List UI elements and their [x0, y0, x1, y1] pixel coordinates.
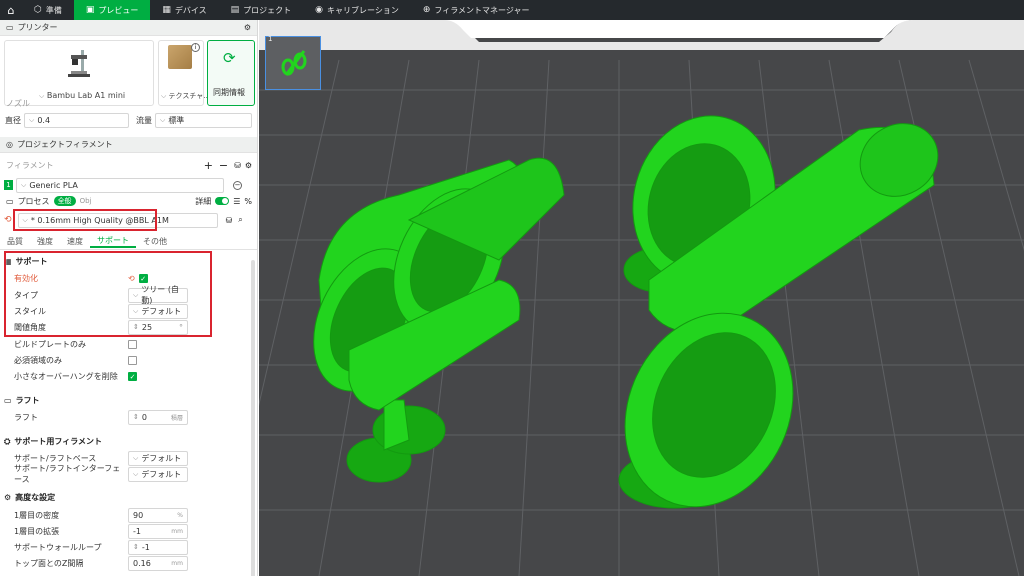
tab-speed[interactable]: 速度	[60, 234, 90, 248]
advanced-row: サポートウォールループ ⇕ -1	[14, 539, 250, 555]
settings-panel: ▭ プリンター ⚙ ⌵ Bambu Lab A1 mini i ⌵ テクスチャ……	[0, 20, 258, 576]
top-bar: ⌂ ⬡ 準備 ▣ プレビュー ▦ デバイス ▤ プロジェクト ◉ キャリブレーション ⊕ フ…	[0, 0, 1024, 20]
support-wall-loops-input[interactable]: ⇕ -1	[128, 539, 188, 555]
tab-strength[interactable]: 強度	[30, 234, 60, 248]
preview-icon: ▣	[85, 5, 95, 15]
chevron-down-icon: ⌵	[133, 469, 139, 478]
raft-row: ラフト ⇕ 0 積層	[14, 409, 250, 425]
advanced-row: トップ面とのZ間隔 0.16 mm	[14, 555, 250, 571]
printer-section-header: ▭ プリンター ⚙	[0, 20, 257, 36]
tab-filament-manager[interactable]: ⊕ フィラメントマネージャー	[411, 0, 542, 20]
filament-icon: ◎	[6, 140, 13, 149]
remove-small-overhang-checkbox[interactable]: ✓	[128, 371, 137, 381]
advanced-row: 1層目の密度 90%	[14, 507, 250, 523]
printer-icon: ▭	[6, 23, 14, 32]
tab-preview[interactable]: ▣ プレビュー	[73, 0, 151, 20]
viewport-canvas	[259, 20, 1024, 576]
cube-icon: ⬡	[34, 5, 42, 15]
divider	[0, 249, 257, 250]
add-filament-icon[interactable]: +	[204, 159, 213, 172]
raft-layers-input[interactable]: ⇕ 0 積層	[128, 409, 188, 425]
support-interface-row: サポート/ラフトインターフェース ⌵ デフォルト	[14, 464, 250, 484]
process-tabs: 品質 強度 速度 サポート その他	[0, 234, 257, 248]
advanced-row: 1層目の拡張 -1 mm	[14, 523, 250, 539]
process-row: ▭ プロセス 全般 Obj 詳細 ☰ %	[6, 196, 252, 206]
nozzle-row: 直径 ⌵ 0.4 流量 ⌵ 標準	[0, 111, 257, 129]
first-layer-density-input[interactable]: 90%	[128, 507, 188, 523]
scrollbar[interactable]	[251, 260, 255, 576]
critical-only-row: 必須領域のみ	[14, 352, 250, 368]
chevron-down-icon: ⌵	[160, 115, 166, 124]
critical-only-checkbox[interactable]	[128, 355, 137, 365]
filament-icon: ⛭	[4, 436, 11, 446]
raft-title: ▭ ラフト	[4, 396, 40, 405]
tab-quality[interactable]: 品質	[0, 234, 30, 248]
highlight-preset	[13, 209, 157, 231]
object-toggle[interactable]: Obj	[80, 197, 92, 205]
sync-icon: ⟳	[223, 49, 236, 67]
tab-prepare[interactable]: ⬡ 準備	[22, 0, 74, 20]
plate-thumbnail[interactable]: 1	[265, 35, 321, 90]
support-base-select[interactable]: ⌵ デフォルト	[128, 450, 188, 466]
tab-others[interactable]: その他	[136, 234, 174, 248]
percent-icon[interactable]: %	[244, 197, 252, 206]
filament-slot-badge: 1	[4, 180, 13, 190]
info-icon[interactable]: i	[191, 43, 200, 52]
filament-select[interactable]: ⌵ Generic PLA	[16, 177, 224, 193]
chevron-down-icon: ⌵	[21, 180, 27, 189]
process-icon: ▭	[6, 196, 14, 206]
list-icon[interactable]: ☰	[233, 197, 240, 206]
first-layer-expansion-input[interactable]: -1 mm	[128, 523, 188, 539]
calibration-icon: ◉	[315, 5, 324, 15]
build-plate-only-checkbox[interactable]	[128, 339, 137, 349]
3d-viewport[interactable]: 1	[259, 20, 1024, 576]
nozzle-flow-select[interactable]: ⌵ 標準	[155, 112, 252, 128]
highlight-support	[4, 251, 212, 337]
advanced-icon: ⚙	[4, 493, 12, 502]
nozzle-section: ノズル	[6, 98, 30, 108]
tab-device[interactable]: ▦ デバイス	[150, 0, 218, 20]
filament-manager-icon: ⊕	[422, 5, 431, 15]
search-icon[interactable]: ⌕	[238, 215, 242, 225]
raft-icon: ▭	[4, 396, 12, 405]
remove-filament-icon[interactable]: −	[219, 159, 228, 172]
stepper-icon[interactable]: ⇕	[133, 543, 139, 551]
home-icon[interactable]: ⌂	[0, 0, 22, 20]
sliced-model-right	[618, 115, 939, 509]
save-preset-icon[interactable]: ⛁	[226, 216, 233, 225]
tab-calibration[interactable]: ◉ キャリブレーション	[303, 0, 411, 20]
support-filament-title: ⛭ サポート用フィラメント	[4, 436, 103, 447]
stepper-icon[interactable]: ⇕	[133, 413, 139, 421]
build-plate-only-row: ビルドプレートのみ	[14, 336, 250, 352]
gear-icon[interactable]: ⚙	[245, 161, 252, 170]
tab-support[interactable]: サポート	[90, 234, 136, 248]
project-filament-header: ◎ プロジェクトフィラメント	[0, 137, 257, 153]
project-icon: ▤	[230, 5, 240, 15]
device-icon: ▦	[162, 5, 171, 15]
advanced-title: ⚙ 高度な設定	[4, 493, 56, 502]
plate-thumbnail-image	[281, 50, 307, 76]
top-z-distance-input[interactable]: 0.16 mm	[128, 555, 188, 571]
nozzle-diameter-select[interactable]: ⌵ 0.4	[24, 112, 129, 128]
chevron-down-icon: ⌵	[133, 453, 139, 462]
remove-small-overhang-row: 小さなオーバーハングを削除 ✓	[14, 371, 137, 381]
texture-plate-image	[168, 45, 192, 69]
gear-icon[interactable]: ⚙	[244, 23, 251, 32]
tab-project[interactable]: ▤ プロジェクト	[219, 0, 304, 20]
sync-filament-icon[interactable]: ⛁	[234, 161, 241, 170]
chevron-down-icon: ⌵	[29, 115, 35, 124]
minus-circle-icon[interactable]: −	[233, 180, 242, 190]
global-toggle[interactable]: 全般	[53, 196, 76, 206]
reset-icon[interactable]: ⟲	[4, 215, 12, 225]
filament-toolbar: フィラメント + − ⛁ ⚙	[6, 158, 252, 172]
sliced-model-left	[313, 157, 565, 483]
printer-image	[68, 50, 90, 77]
support-interface-select[interactable]: ⌵ デフォルト	[128, 466, 188, 482]
detail-toggle[interactable]	[215, 197, 230, 205]
